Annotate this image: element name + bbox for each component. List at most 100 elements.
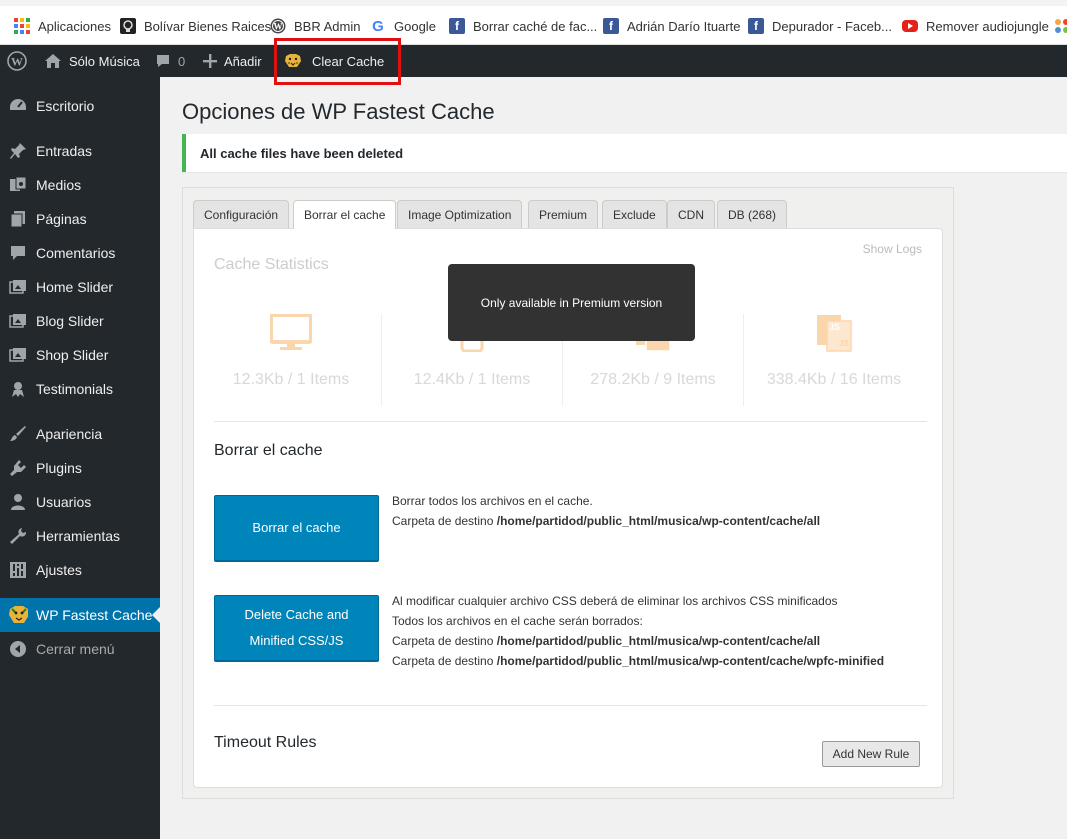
delete-cache-description: Borrar todos los archivos en el cache. C…	[392, 491, 820, 531]
sidebar-item-entradas[interactable]: Entradas	[0, 134, 160, 168]
button-label-line2: Minified CSS/JS	[249, 633, 344, 648]
sidebar-item-label: Comentarios	[36, 245, 116, 261]
slider-icon	[8, 345, 28, 365]
tab-label: DB (268)	[728, 207, 777, 222]
sidebar-item-herramientas[interactable]: Herramientas	[0, 519, 160, 553]
dashboard-icon	[8, 96, 28, 116]
button-label: Borrar el cache	[252, 520, 341, 535]
delete-cache-minified-button[interactable]: Delete Cache and Minified CSS/JS	[214, 595, 379, 661]
plugin-icon	[8, 458, 28, 478]
sidebar-item-blog-slider[interactable]: Blog Slider	[0, 304, 160, 338]
sidebar-item-shop-slider[interactable]: Shop Slider	[0, 338, 160, 372]
clear-cache-highlight-box	[274, 38, 401, 85]
section-divider	[214, 705, 927, 706]
stat-js: JS JS 338.4Kb / 16 Items	[744, 314, 924, 406]
sidebar-item-escritorio[interactable]: Escritorio	[0, 89, 160, 123]
destination-line: Carpeta de destino /home/partidod/public…	[392, 511, 820, 531]
comments-icon	[8, 243, 28, 263]
section-divider	[214, 421, 927, 422]
tab-exclude[interactable]: Exclude	[602, 200, 667, 228]
tab-image-optimization[interactable]: Image Optimization	[397, 200, 523, 228]
sidebar-item-label: Usuarios	[36, 494, 92, 510]
notice-text: All cache files have been deleted	[200, 145, 404, 161]
svg-text:W: W	[11, 55, 23, 69]
facebook-icon: f	[748, 18, 764, 34]
add-new-rule-button[interactable]: Add New Rule	[822, 741, 920, 767]
site-name-menu[interactable]: Sólo Música	[44, 45, 140, 77]
bookmark-audiojungle[interactable]: Remover audiojungle	[902, 16, 1049, 36]
delete-cache-button[interactable]: Borrar el cache	[214, 495, 379, 561]
tab-label: CDN	[678, 207, 704, 222]
bookmark-adrian[interactable]: f Adrián Darío Ituarte	[603, 16, 740, 36]
comments-menu[interactable]: 0	[155, 45, 185, 77]
add-new-menu[interactable]: Añadir	[203, 45, 262, 77]
comment-bubble-icon	[155, 53, 171, 69]
tab-label: Exclude	[613, 207, 656, 222]
browser-tab-strip	[0, 0, 1067, 6]
bookmark-overflow[interactable]	[1054, 16, 1067, 36]
bookmark-apps[interactable]: Aplicaciones	[14, 16, 111, 36]
tab-premium[interactable]: Premium	[528, 200, 599, 228]
tab-borrar-el-cache[interactable]: Borrar el cache	[293, 200, 397, 229]
description-line: Al modificar cualquier archivo CSS deber…	[392, 594, 838, 608]
show-logs-link[interactable]: Show Logs	[863, 242, 922, 256]
sidebar-item-label: Shop Slider	[36, 347, 109, 363]
bookmark-bolivar[interactable]: Bolívar Bienes Raices	[120, 16, 271, 36]
bookmark-bbr-admin[interactable]: W BBR Admin	[270, 16, 360, 36]
sidebar-item-testimonials[interactable]: Testimonials	[0, 372, 160, 406]
pin-icon	[8, 141, 28, 161]
tab-configuracion[interactable]: Configuración	[193, 200, 290, 228]
user-icon	[8, 492, 28, 512]
sidebar-item-apariencia[interactable]: Apariencia	[0, 417, 160, 451]
youtube-icon	[902, 20, 918, 32]
wrench-icon	[8, 526, 28, 546]
sidebar-item-label: Medios	[36, 177, 82, 193]
bookmark-google[interactable]: G Google	[370, 16, 436, 36]
sidebar-item-label: Ajustes	[36, 562, 82, 578]
sidebar-item-home-slider[interactable]: Home Slider	[0, 270, 160, 304]
description-line: Borrar todos los archivos en el cache.	[392, 494, 593, 508]
joomla-icon	[1054, 18, 1067, 34]
success-notice: All cache files have been deleted	[182, 134, 1067, 172]
cache-statistics-title: Cache Statistics	[214, 256, 329, 273]
desktop-icon	[269, 313, 313, 355]
sidebar-item-medios[interactable]: Medios	[0, 168, 160, 202]
destination-label: Carpeta de destino	[392, 514, 494, 528]
destination-line: Carpeta de destino /home/partidod/public…	[392, 651, 884, 671]
tab-panel-borrar-cache: Show Logs Cache Statistics 12.3Kb / 1 It…	[193, 228, 943, 788]
sidebar-item-paginas[interactable]: Páginas	[0, 202, 160, 236]
bookmark-borrar-cache-fb[interactable]: f Borrar caché de fac...	[449, 16, 597, 36]
sidebar-item-label: Páginas	[36, 211, 87, 227]
sidebar-item-comentarios[interactable]: Comentarios	[0, 236, 160, 270]
svg-text:G: G	[372, 18, 384, 34]
tab-db[interactable]: DB (268)	[717, 200, 788, 228]
settings-icon	[8, 560, 28, 580]
sidebar-item-wp-fastest-cache[interactable]: WP Fastest Cache	[0, 598, 160, 632]
slider-icon	[8, 311, 28, 331]
sidebar-item-label: Herramientas	[36, 528, 121, 544]
wp-admin-bar: W Sólo Música 0 Añadir Clear Cache	[0, 45, 1067, 77]
tab-label: Premium	[539, 207, 588, 222]
sidebar-item-ajustes[interactable]: Ajustes	[0, 553, 160, 587]
bookmark-label: Google	[394, 18, 436, 34]
bookmark-label: Borrar caché de fac...	[473, 18, 598, 34]
bookmark-depurador[interactable]: f Depurador - Faceb...	[748, 16, 892, 36]
tooltip-text: Only available in Premium version	[480, 295, 663, 310]
sidebar-item-plugins[interactable]: Plugins	[0, 451, 160, 485]
apps-grid-icon	[14, 18, 30, 34]
sidebar-item-label: Escritorio	[36, 98, 95, 114]
tab-cdn[interactable]: CDN	[667, 200, 715, 228]
sidebar-item-label: Plugins	[36, 460, 82, 476]
testimonials-icon	[8, 379, 28, 399]
slider-icon	[8, 277, 28, 297]
svg-text:JS: JS	[829, 322, 840, 332]
tab-label: Image Optimization	[408, 207, 512, 222]
site-name-label: Sólo Música	[69, 53, 140, 69]
sidebar-item-usuarios[interactable]: Usuarios	[0, 485, 160, 519]
brush-icon	[8, 424, 28, 444]
sidebar-collapse-menu[interactable]: Cerrar menú	[0, 632, 160, 666]
delete-minified-description: Al modificar cualquier archivo CSS deber…	[392, 591, 884, 671]
wordpress-logo-icon: W	[7, 51, 27, 71]
wp-logo-menu[interactable]: W	[7, 45, 34, 77]
destination-label: Carpeta de destino	[392, 634, 494, 648]
